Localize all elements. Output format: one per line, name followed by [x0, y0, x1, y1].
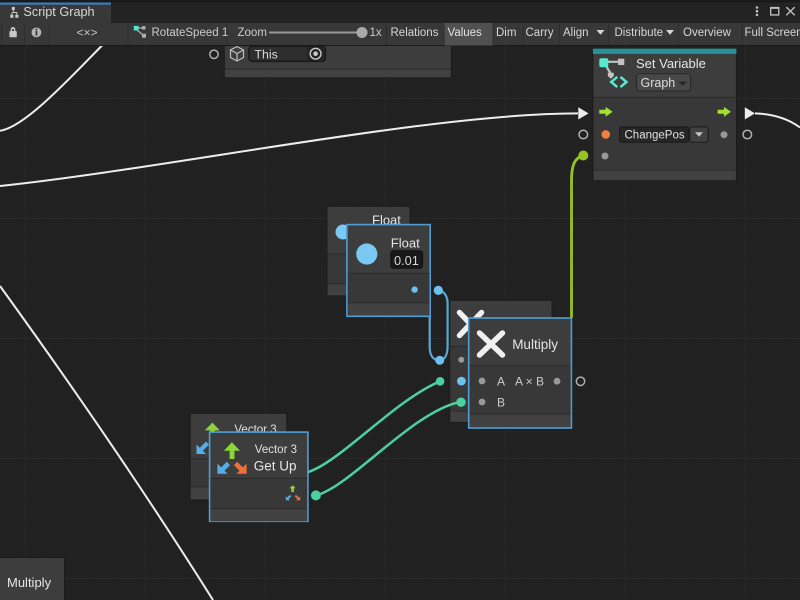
svg-text:Float: Float — [391, 236, 420, 251]
svg-text:B: B — [497, 396, 505, 410]
svg-text:Graph: Graph — [641, 76, 676, 90]
svg-text:Distribute: Distribute — [615, 27, 664, 39]
svg-text:Relations: Relations — [391, 27, 439, 39]
svg-text:<×>: <×> — [77, 26, 98, 40]
svg-text:Multiply: Multiply — [7, 575, 52, 590]
svg-text:ChangePos: ChangePos — [625, 130, 685, 142]
svg-text:A × B: A × B — [515, 375, 544, 389]
svg-text:Full Screen: Full Screen — [745, 27, 800, 39]
svg-text:Set Variable: Set Variable — [636, 56, 706, 71]
svg-text:RotateSpeed 1: RotateSpeed 1 — [152, 27, 229, 39]
svg-text:Values: Values — [448, 27, 483, 39]
svg-text:Multiply: Multiply — [512, 337, 558, 352]
svg-text:Carry: Carry — [526, 27, 554, 39]
svg-text:Dim: Dim — [496, 27, 516, 39]
svg-text:0.01: 0.01 — [394, 253, 419, 268]
svg-text:Overview: Overview — [683, 27, 732, 39]
svg-text:Zoom: Zoom — [238, 27, 267, 39]
svg-text:This: This — [255, 47, 278, 61]
svg-text:Script Graph: Script Graph — [23, 5, 94, 19]
svg-text:1x: 1x — [370, 27, 382, 39]
svg-text:A: A — [497, 375, 505, 389]
svg-text:Align: Align — [563, 27, 589, 39]
svg-text:Vector 3: Vector 3 — [255, 444, 297, 456]
svg-text:Get Up: Get Up — [254, 459, 297, 474]
